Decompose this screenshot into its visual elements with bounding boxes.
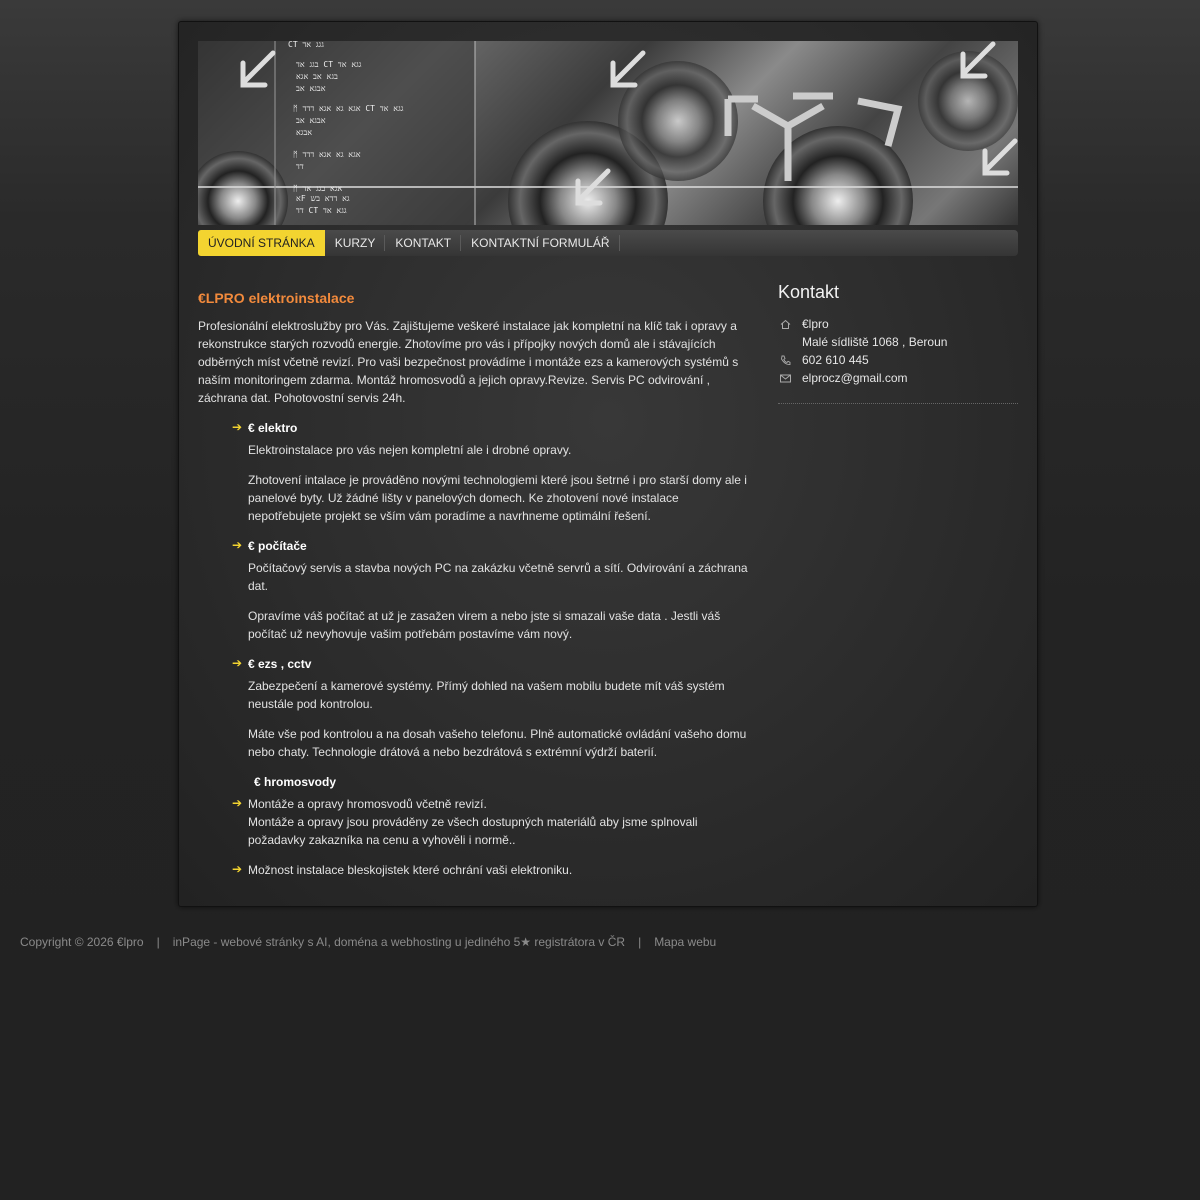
svg-text:אF גא דדא בש: אF גא דדא בש [296, 194, 350, 203]
service-text: Opravíme váš počítač at už je zasažen vi… [248, 609, 721, 641]
page-container: CT גגג אד בגג אד CT גגא אד בגא אב אגא אב… [178, 21, 1038, 907]
service-title-hromosvody: € hromosvody [254, 775, 337, 789]
service-item-pocitace: ➔ € počítače Počítačový servis a stavba … [232, 537, 753, 643]
service-item-ezs-cctv: ➔ € ezs , cctv Zabezpečení a kamerové sy… [232, 655, 753, 761]
phone-icon [781, 355, 791, 365]
svg-text:אבגא אב: אבגא אב [296, 84, 326, 93]
svg-text:ᛗ אגא בגג אד: ᛗ אגא בגג אד [293, 184, 342, 193]
svg-text:CT גגג אד: CT גגג אד [288, 41, 324, 49]
nav-item-contact-form[interactable]: KONTAKTNÍ FORMULÁŘ [461, 230, 621, 256]
service-text: Montáže a opravy hromosvodů včetně reviz… [248, 797, 487, 811]
main-content: €LPRO elektroinstalace Profesionální ele… [198, 290, 753, 891]
service-item-bleskojistky: ➔ Možnost instalace bleskojistek které o… [232, 861, 753, 879]
arrow-right-icon: ➔ [232, 420, 243, 434]
contact-email-row: elprocz@gmail.com [778, 369, 1018, 387]
service-item-elektro: ➔ € elektro Elektroinstalace pro vás nej… [232, 419, 753, 525]
service-text: Počítačový servis a stavba nových PC na … [248, 561, 748, 593]
service-text: Zhotovení intalace je prováděno novými t… [248, 473, 747, 523]
contact-phone[interactable]: 602 610 445 [802, 351, 1018, 369]
footer-inpage-link[interactable]: inPage - webové stránky s AI, doména a w… [173, 935, 625, 949]
header-graphic: CT גגג אד בגג אד CT גגא אד בגא אב אגא אב… [198, 41, 1018, 225]
service-text: Možnost instalace bleskojistek které och… [248, 863, 573, 877]
svg-text:אבגא אב: אבגא אב [296, 116, 326, 125]
arrow-right-icon: ➔ [232, 862, 243, 876]
arrow-right-icon: ➔ [232, 538, 243, 552]
sidebar-contact: Kontakt €lpro Malé sídliště 1068 , Berou… [778, 282, 1018, 404]
home-icon [780, 319, 791, 329]
header-banner-image: CT גגג אד בגג אד CT גגא אד בגא אב אגא אב… [198, 41, 1018, 225]
svg-text:דד CT גגא אד: דד CT גגא אד [296, 206, 347, 215]
nav-item-contact[interactable]: KONTAKT [385, 230, 461, 256]
contact-name: €lpro [802, 317, 829, 331]
contact-phone-row: 602 610 445 [778, 351, 1018, 369]
contact-company: €lpro Malé sídliště 1068 , Beroun [778, 315, 1018, 351]
svg-text:בגא אב אגא: בגא אב אגא [296, 72, 338, 81]
service-text: Máte vše pod kontrolou a na dosah vašeho… [248, 727, 747, 759]
svg-text:ᛗ אגא גא אגא דדד: ᛗ אגא גא אגא דדד [293, 150, 361, 159]
nav-item-courses[interactable]: KURZY [325, 230, 386, 256]
sidebar-title: Kontakt [778, 282, 840, 302]
mail-icon [780, 374, 791, 383]
intro-text: Profesionální elektroslužby pro Vás. Zaj… [198, 319, 739, 405]
nav-item-home[interactable]: ÚVODNÍ STRÁNKA [198, 230, 325, 256]
arrow-right-icon: ➔ [232, 796, 243, 810]
service-title: € počítače [248, 539, 307, 553]
service-item-hromosvody: ➔ Montáže a opravy hromosvodů včetně rev… [232, 795, 753, 849]
footer-sitemap-link[interactable]: Mapa webu [654, 935, 716, 949]
footer: Copyright © 2026 €lpro | inPage - webové s… [20, 935, 716, 949]
svg-text:בגג אד CT גגא אד: בגג אד CT גגא אד [296, 60, 362, 69]
svg-text:דד: דד [296, 162, 304, 171]
arrow-right-icon: ➔ [232, 656, 243, 670]
footer-copyright: Copyright © 2026 €lpro [20, 935, 144, 949]
contact-email[interactable]: elprocz@gmail.com [802, 369, 1018, 387]
service-title: € elektro [248, 421, 298, 435]
contact-address: Malé sídliště 1068 , Beroun [802, 335, 948, 349]
services-list: ➔ € elektro Elektroinstalace pro vás nej… [198, 419, 753, 879]
svg-text:ᛗ אגא גא אגא דדד CT גגא אד: ᛗ אגא גא אגא דדד CT גגא אד [293, 104, 404, 113]
service-title: € ezs , cctv [248, 657, 312, 671]
footer-separator: | [156, 935, 160, 949]
svg-text:אבגא: אבגא [296, 128, 312, 137]
sidebar-divider [778, 403, 1018, 404]
service-text: Elektroinstalace pro vás nejen kompletní… [248, 443, 572, 457]
main-navigation: ÚVODNÍ STRÁNKA KURZY KONTAKT KONTAKTNÍ F… [198, 230, 1018, 256]
service-text: Montáže a opravy jsou prováděny ze všech… [248, 815, 698, 847]
service-text: Zabezpečení a kamerové systémy. Přímý do… [248, 679, 725, 711]
page-title: €LPRO elektroinstalace [198, 290, 355, 306]
footer-separator: | [638, 935, 642, 949]
